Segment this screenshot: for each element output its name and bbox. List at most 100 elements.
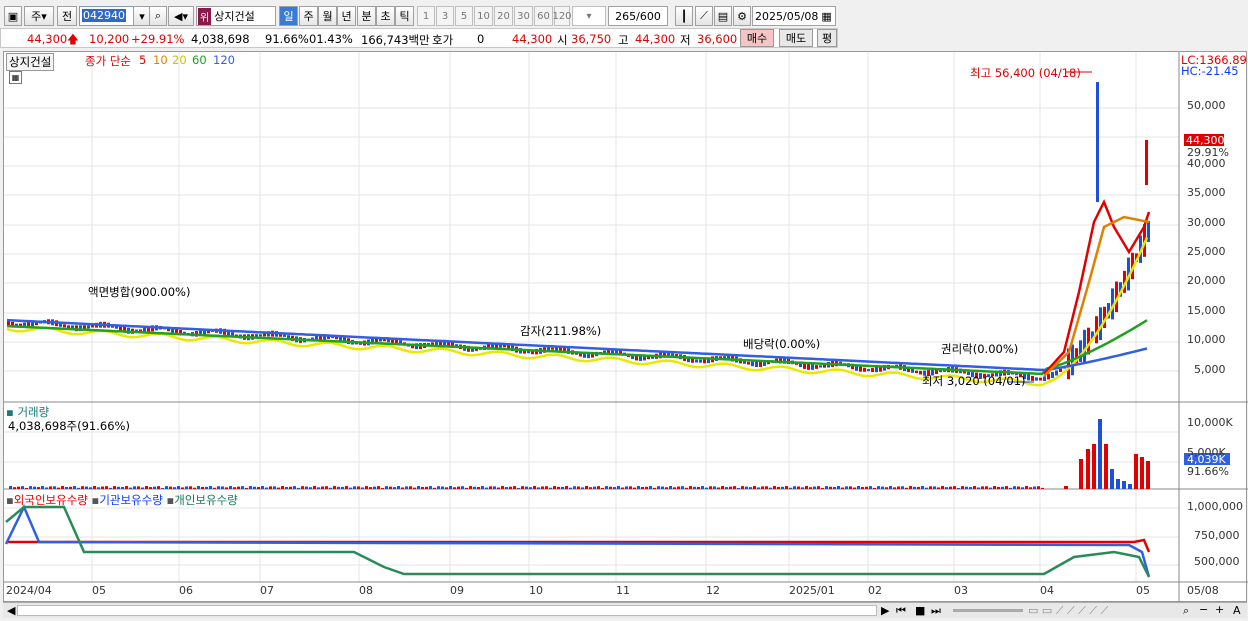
- vol-bar: [125, 486, 128, 489]
- holding-legend: ▪외국인보유수량 ▪기관보유수량 ▪개인보유수량: [6, 493, 238, 507]
- vol-bar: [609, 486, 612, 489]
- forward-icon[interactable]: ⏭: [931, 604, 941, 618]
- vol-bar: [469, 486, 472, 489]
- stop-icon[interactable]: ■: [915, 604, 925, 617]
- vol-bar: [45, 487, 48, 489]
- average-button[interactable]: 평: [817, 29, 837, 47]
- vol-bar: [749, 487, 752, 489]
- interval-20[interactable]: 20: [494, 6, 513, 26]
- vol-bar-spike: [1140, 457, 1144, 489]
- vol-bar: [53, 486, 56, 489]
- candle: [1027, 374, 1030, 381]
- period-week[interactable]: 주: [299, 6, 318, 26]
- zoom-out-search-icon[interactable]: ⌕: [1183, 604, 1189, 618]
- scroll-right-icon[interactable]: ▶: [881, 604, 889, 617]
- vol-bar: [409, 486, 412, 489]
- drawing-tools-icon[interactable]: ▭ ▭ ⟋ ⟋ ⟋ ⟋ ⟋: [1028, 604, 1108, 618]
- interval-dropdown[interactable]: ▾: [572, 6, 606, 26]
- vol-bar: [725, 487, 728, 489]
- scroll-left-icon[interactable]: ◀: [7, 604, 15, 617]
- interval-10[interactable]: 10: [474, 6, 493, 26]
- candle-icon[interactable]: ┃: [675, 6, 693, 26]
- ma-5[interactable]: 5: [139, 53, 146, 67]
- scroll-track[interactable]: [17, 605, 877, 616]
- vol-bar: [421, 486, 424, 489]
- vol-bar: [245, 487, 248, 489]
- vol-bar: [381, 487, 384, 489]
- individual-holding-label[interactable]: 개인보유수량: [174, 493, 237, 507]
- window-icon[interactable]: ▣: [4, 6, 22, 26]
- chart-svg[interactable]: [4, 52, 1248, 603]
- search-icon[interactable]: ⌕: [149, 6, 167, 26]
- mode-button[interactable]: 전: [57, 6, 77, 26]
- vol-bar: [393, 487, 396, 489]
- count-field[interactable]: 265/600: [608, 6, 668, 26]
- count-max: /600: [636, 9, 661, 23]
- calendar-icon[interactable]: ▦: [821, 10, 831, 23]
- bottom-scrollbar[interactable]: ◀ ▶ ⏮ ■ ⏭ ▭ ▭ ⟋ ⟋ ⟋ ⟋ ⟋ ⌕ − + A: [3, 602, 1247, 618]
- zoom-slider[interactable]: [953, 609, 1023, 612]
- vol-bar: [509, 486, 512, 489]
- period-minute[interactable]: 분: [357, 6, 376, 26]
- chart-area[interactable]: 상지건설 종가 단순 5 10 20 60 120 ▦ LC:1366.89 H…: [3, 51, 1248, 603]
- vol-bar: [573, 486, 576, 489]
- vol-bar: [453, 487, 456, 489]
- stock-name-tag[interactable]: 상지건설: [6, 53, 55, 71]
- vol-bar: [1001, 486, 1004, 489]
- stock-name-field[interactable]: 위 상지건설: [196, 6, 276, 26]
- ma-10[interactable]: 10: [153, 53, 168, 67]
- sell-button[interactable]: 매도: [779, 29, 813, 47]
- gear-icon[interactable]: ⚙: [733, 6, 751, 26]
- vol-bar: [617, 486, 620, 489]
- zoom-out-icon[interactable]: −: [1199, 603, 1208, 616]
- save-icon[interactable]: ▤: [714, 6, 732, 26]
- vol-bar: [377, 486, 380, 489]
- period-tick[interactable]: 틱: [395, 6, 414, 26]
- vol-bar: [37, 487, 40, 489]
- period-year[interactable]: 년: [337, 6, 356, 26]
- vol-bar: [917, 486, 920, 489]
- interval-120[interactable]: 120: [552, 6, 572, 26]
- interval-5[interactable]: 5: [455, 6, 473, 26]
- zoom-in-icon[interactable]: +: [1215, 603, 1224, 616]
- auto-scale-icon[interactable]: A: [1233, 604, 1241, 617]
- vol-bar: [673, 487, 676, 489]
- date-field[interactable]: 2025/05/08 ▦: [752, 6, 836, 26]
- rewind-icon[interactable]: ⏮: [896, 604, 906, 618]
- interval-60[interactable]: 60: [534, 6, 553, 26]
- interval-3[interactable]: 3: [436, 6, 454, 26]
- candle: [751, 361, 754, 367]
- foreign-holding-label[interactable]: 외국인보유수량: [14, 493, 88, 507]
- institution-holding-label[interactable]: 기관보유수량: [99, 493, 162, 507]
- vol-bar: [1037, 486, 1040, 489]
- ma-60[interactable]: 60: [192, 53, 207, 67]
- stock-code-input[interactable]: 042940: [79, 6, 135, 26]
- speaker-icon[interactable]: ◀▾: [168, 6, 194, 26]
- vol-bar: [845, 486, 848, 489]
- candle: [1031, 375, 1034, 381]
- vol-bar: [117, 486, 120, 489]
- period-second[interactable]: 초: [376, 6, 395, 26]
- vol-bar: [169, 486, 172, 489]
- vol-bar: [653, 487, 656, 489]
- line-tool-icon[interactable]: ⟋: [695, 6, 713, 26]
- ma-120[interactable]: 120: [213, 53, 235, 67]
- buy-button[interactable]: 매수: [740, 29, 774, 47]
- vol-bar: [537, 487, 540, 489]
- candle: [811, 364, 814, 370]
- open-label: 시: [557, 33, 568, 47]
- period-month[interactable]: 월: [318, 6, 337, 26]
- ma-20[interactable]: 20: [172, 53, 187, 67]
- vol-bar: [301, 486, 304, 489]
- vol-bar: [669, 486, 672, 489]
- type-select[interactable]: 주 ▾: [24, 6, 54, 26]
- period-day[interactable]: 일: [279, 6, 298, 26]
- vol-bar: [561, 486, 564, 489]
- vol-bar: [425, 486, 428, 489]
- vol-bar: [849, 486, 852, 489]
- interval-30[interactable]: 30: [514, 6, 533, 26]
- table-icon[interactable]: ▦: [9, 71, 22, 84]
- vol-bar: [1029, 487, 1032, 489]
- interval-1[interactable]: 1: [417, 6, 435, 26]
- vol-bar: [241, 486, 244, 489]
